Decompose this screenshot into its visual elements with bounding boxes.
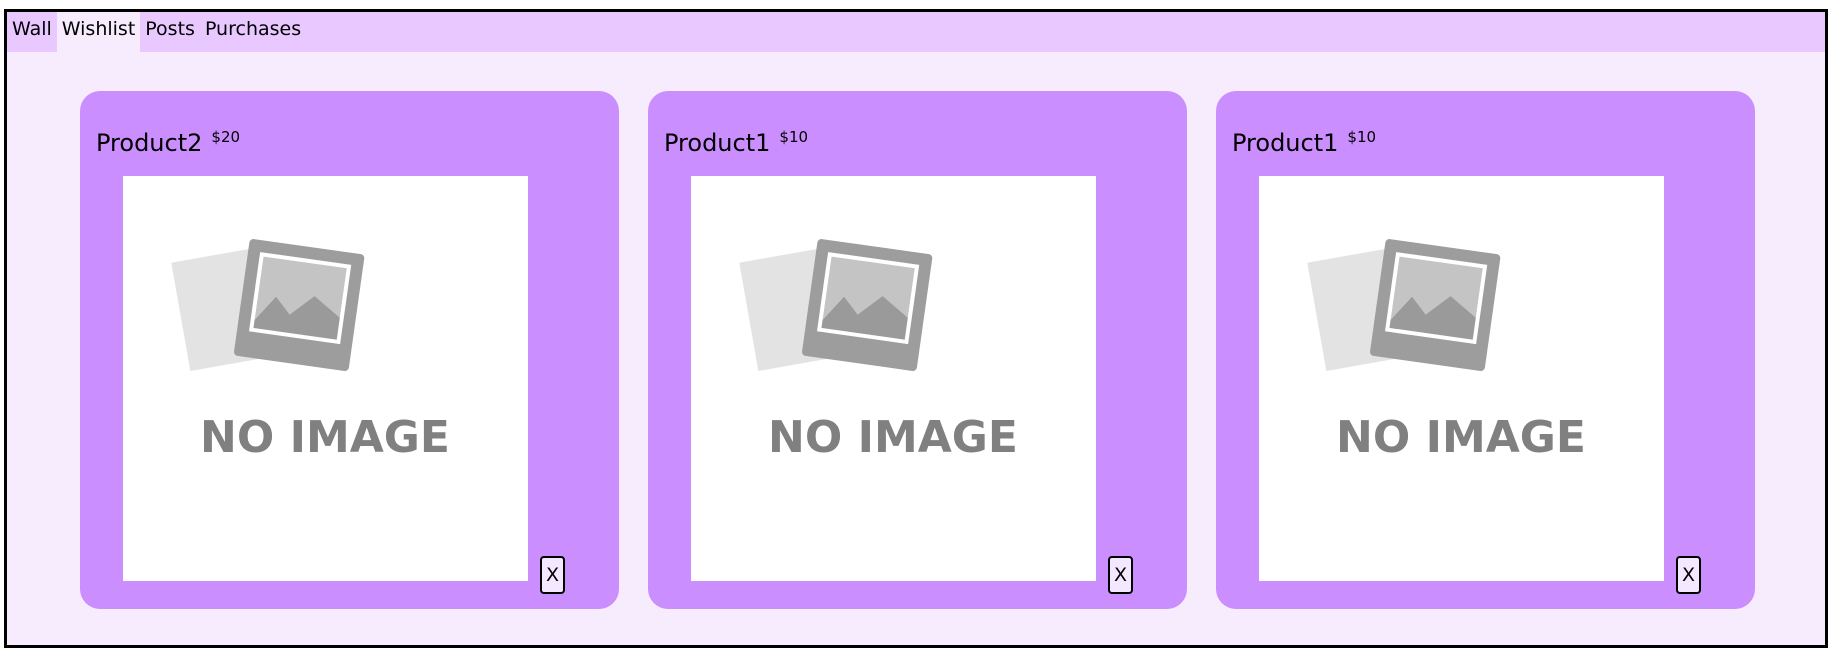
product-price: $10 [779, 128, 809, 146]
product-name: Product1 [1232, 129, 1339, 157]
tab-wishlist[interactable]: Wishlist [56, 12, 141, 52]
tab-wall[interactable]: Wall [7, 12, 57, 52]
svg-text:NO IMAGE: NO IMAGE [1336, 412, 1586, 463]
no-image-icon: NO IMAGE [171, 239, 450, 463]
remove-from-wishlist-button[interactable]: X [1108, 556, 1133, 594]
wishlist-item-card: Product2 $20 NO IMAGE X [80, 91, 619, 609]
svg-text:NO IMAGE: NO IMAGE [768, 412, 1018, 463]
product-image-placeholder: NO IMAGE [1259, 176, 1664, 581]
wishlist-item-card: Product1 $10 NO IMAGE X [648, 91, 1187, 609]
product-name: Product1 [664, 129, 771, 157]
no-image-icon: NO IMAGE [1307, 239, 1586, 463]
product-title: Product1 $10 [664, 128, 809, 158]
svg-text:NO IMAGE: NO IMAGE [200, 412, 450, 463]
remove-from-wishlist-button[interactable]: X [1676, 556, 1701, 594]
tab-purchases[interactable]: Purchases [200, 12, 306, 52]
wishlist-item-card: Product1 $10 NO IMAGE X [1216, 91, 1755, 609]
product-price: $10 [1347, 128, 1377, 146]
product-title: Product2 $20 [96, 128, 241, 158]
profile-panel: Wall Wishlist Posts Purchases Product2 $… [4, 9, 1828, 648]
tab-bar: Wall Wishlist Posts Purchases [7, 12, 1825, 52]
tab-posts[interactable]: Posts [140, 12, 200, 52]
product-name: Product2 [96, 129, 203, 157]
remove-from-wishlist-button[interactable]: X [540, 556, 565, 594]
product-image-placeholder: NO IMAGE [123, 176, 528, 581]
product-image-placeholder: NO IMAGE [691, 176, 1096, 581]
no-image-icon: NO IMAGE [739, 239, 1018, 463]
product-title: Product1 $10 [1232, 128, 1377, 158]
product-price: $20 [211, 128, 241, 146]
